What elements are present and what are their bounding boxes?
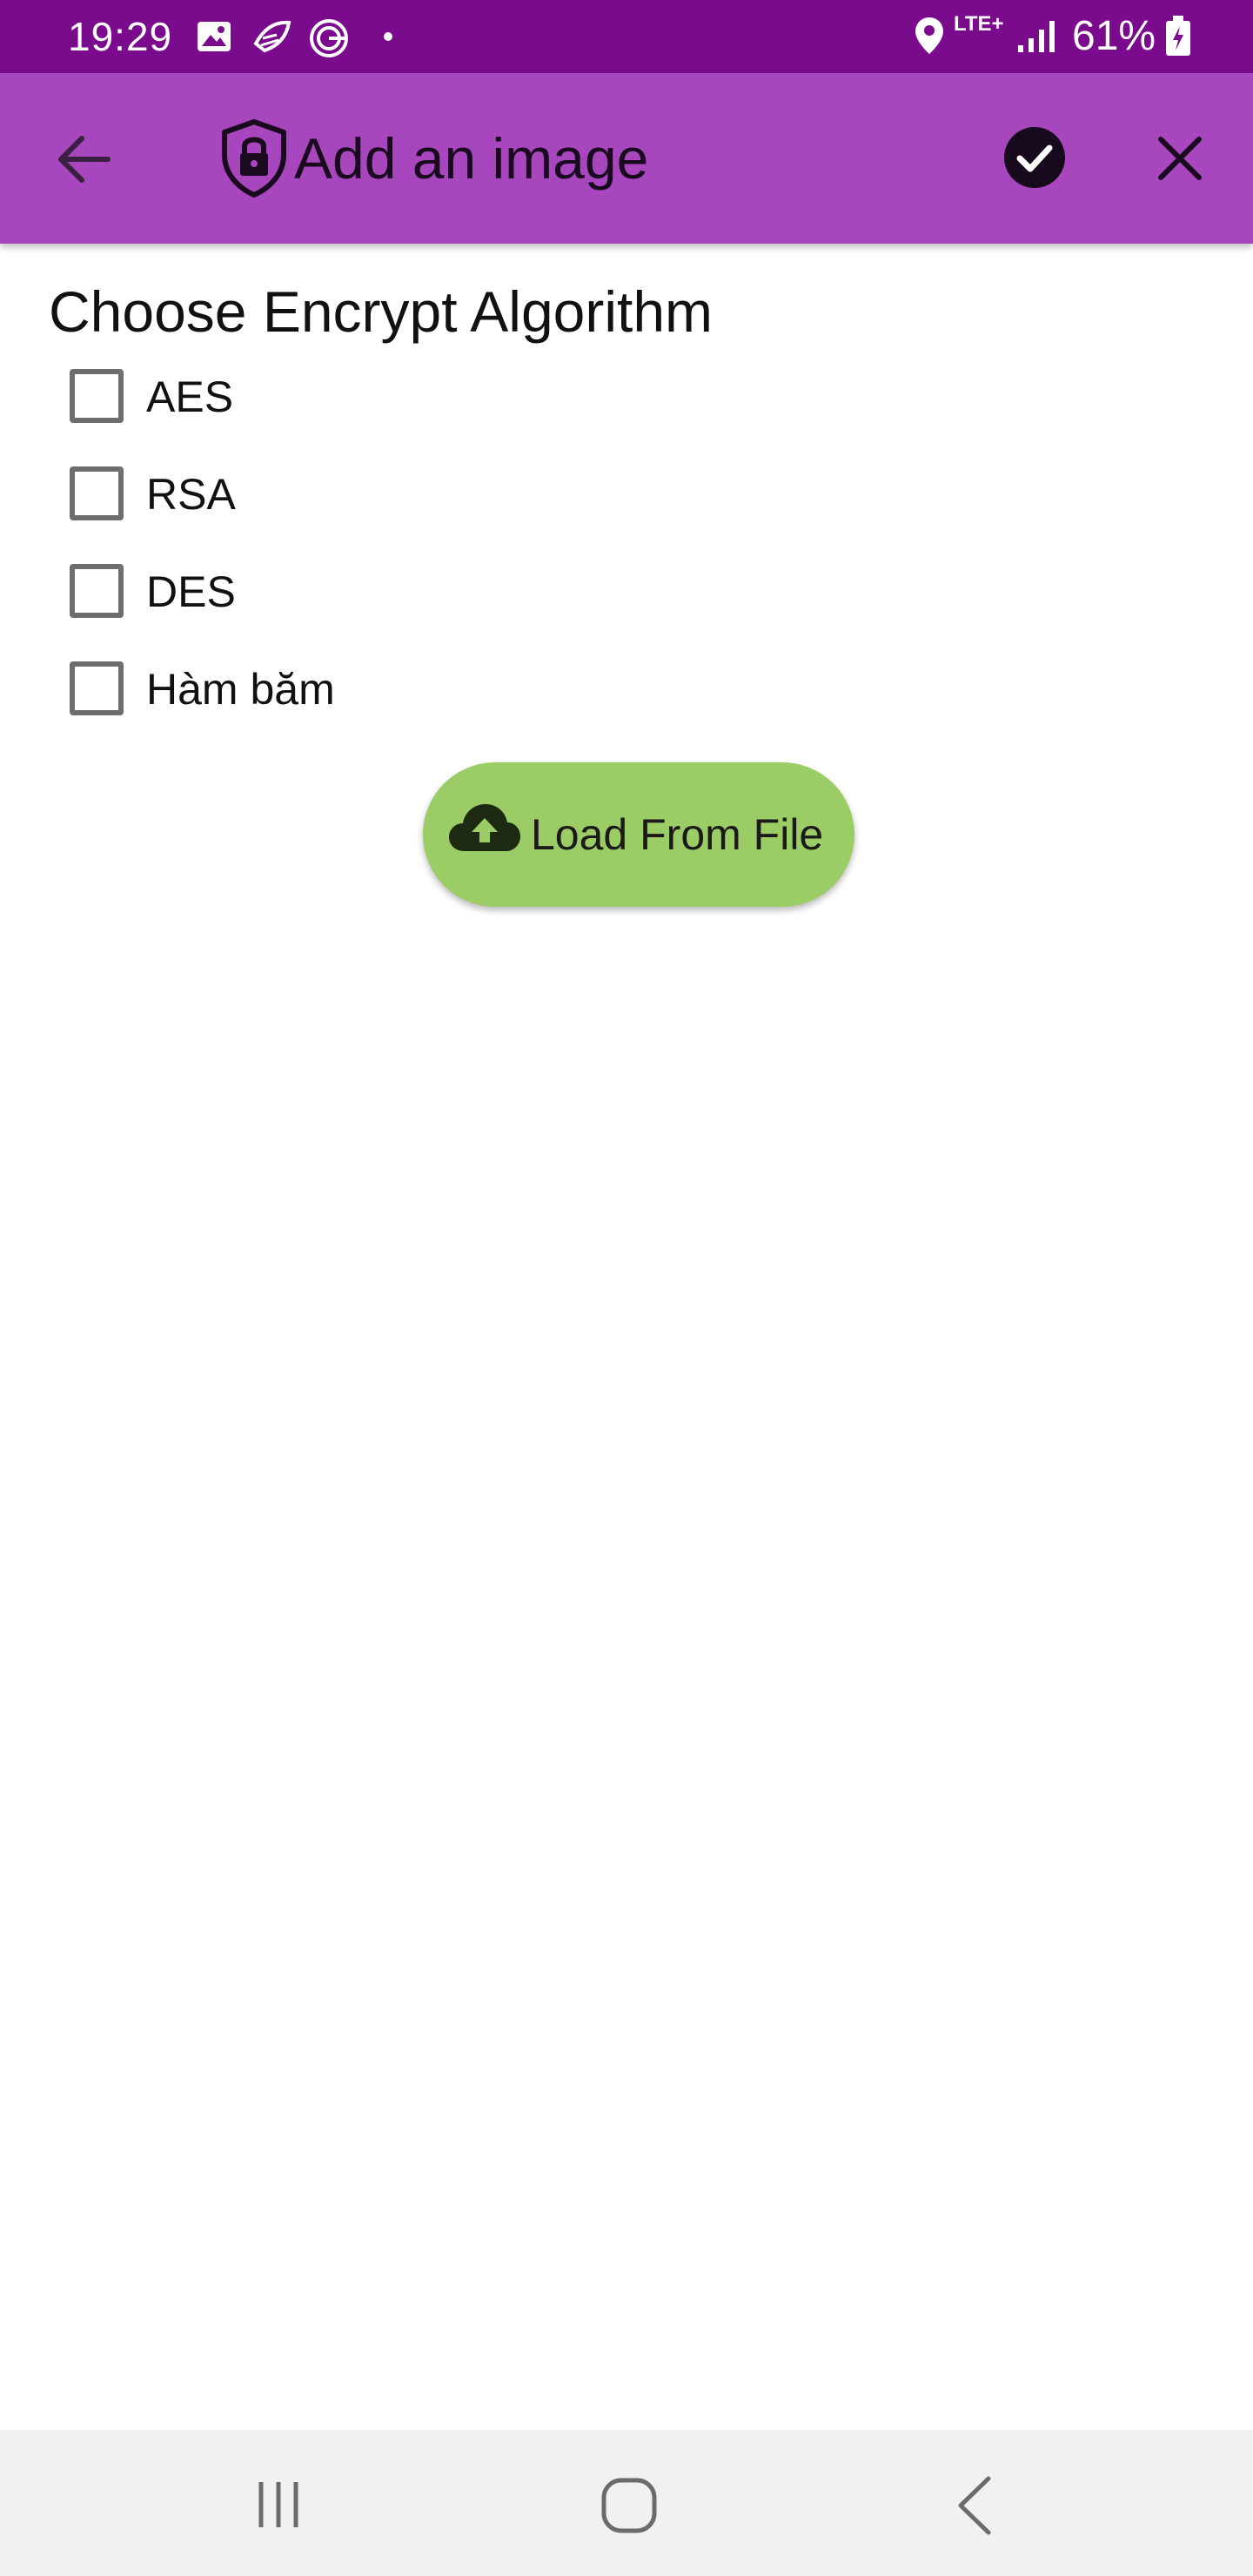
battery-icon (1166, 16, 1190, 56)
aes-checkbox[interactable] (70, 369, 124, 423)
option-aes[interactable]: AES (68, 367, 677, 428)
rocket-icon (253, 20, 291, 53)
image-icon (198, 22, 231, 51)
option-label: DES (146, 567, 236, 616)
location-icon (915, 17, 943, 54)
hash-checkbox[interactable] (70, 661, 124, 715)
screen: 19:29 LTE+ 61% Add an image Choose Encry… (0, 0, 1253, 2576)
cloud-upload-icon (449, 804, 520, 851)
load-button-label: Load From File (531, 810, 824, 859)
signal-icon (1018, 21, 1055, 52)
back-icon[interactable] (954, 2475, 995, 2536)
back-arrow-icon[interactable] (54, 131, 115, 188)
dot-icon (384, 32, 392, 41)
des-checkbox[interactable] (70, 564, 124, 618)
option-label: RSA (146, 470, 236, 519)
network-type: LTE+ (954, 12, 1004, 36)
load-from-file-button[interactable]: Load From File (423, 762, 854, 907)
option-rsa[interactable]: RSA (68, 465, 677, 526)
check-circle-icon[interactable] (1002, 125, 1067, 190)
status-bar: 19:29 LTE+ 61% (0, 0, 1253, 73)
home-icon[interactable] (600, 2477, 658, 2534)
option-label: AES (146, 372, 234, 421)
option-des[interactable]: DES (68, 562, 677, 623)
shield-lock-icon (222, 119, 286, 198)
battery-percent: 61% (1072, 13, 1156, 59)
navigation-bar (0, 2430, 1253, 2576)
recents-icon[interactable] (254, 2479, 303, 2531)
rsa-checkbox[interactable] (70, 466, 124, 520)
status-time: 19:29 (68, 14, 173, 59)
close-icon[interactable] (1156, 134, 1204, 183)
option-hash[interactable]: Hàm băm (68, 660, 677, 721)
option-label: Hàm băm (146, 665, 335, 714)
page-title: Add an image (294, 126, 649, 191)
g-app-icon (310, 19, 348, 57)
algorithm-heading: Choose Encrypt Algorithm (49, 279, 714, 344)
app-bar: Add an image (0, 73, 1253, 244)
